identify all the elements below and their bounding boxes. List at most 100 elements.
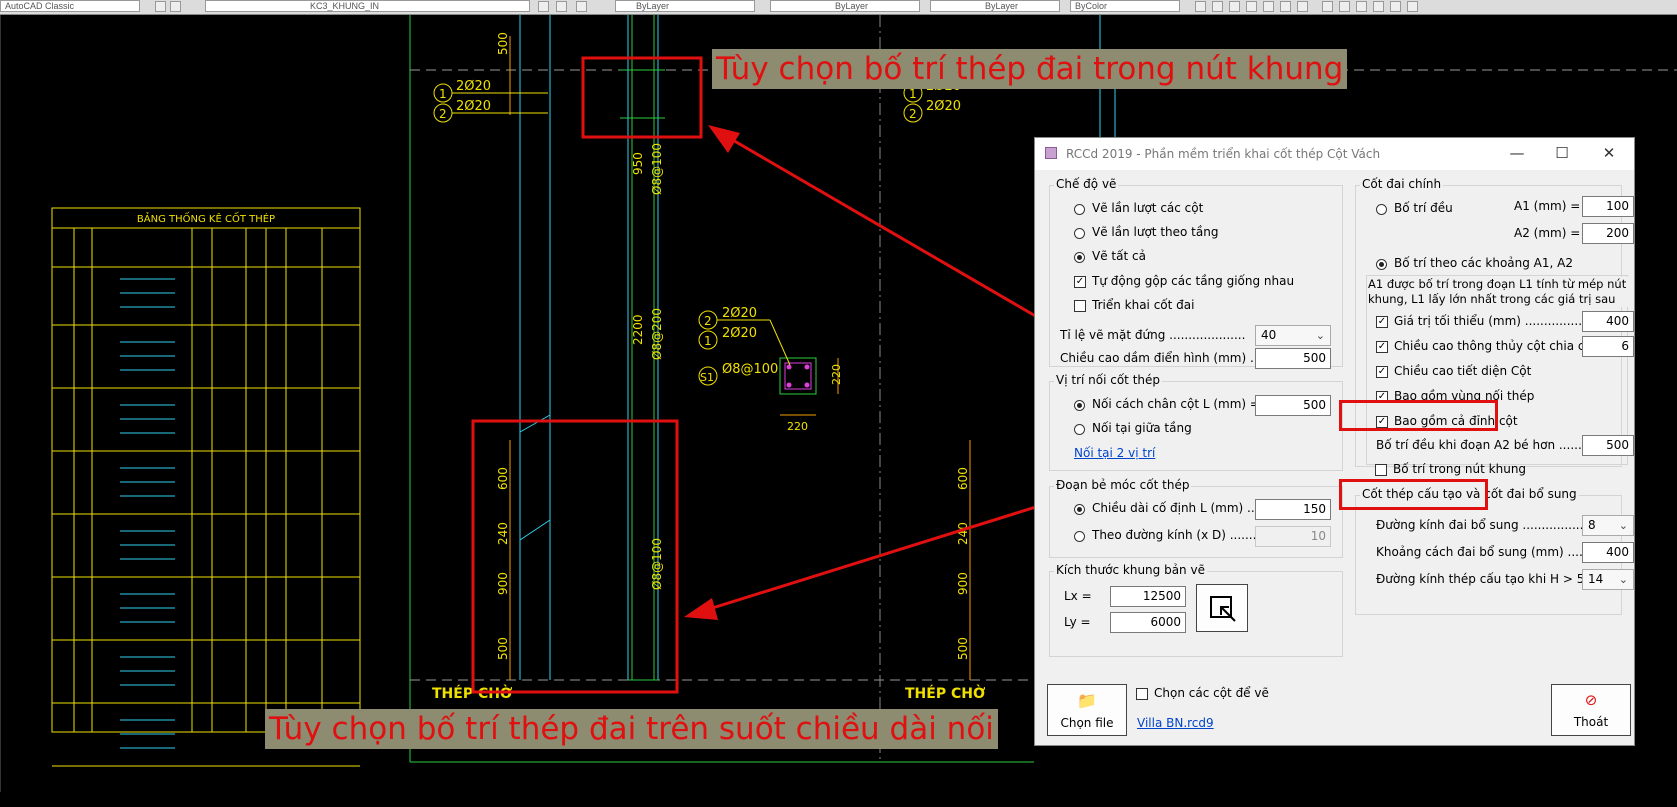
bar-label: 2Ø20: [456, 99, 491, 114]
file-link[interactable]: Villa BN.rcd9: [1137, 716, 1214, 730]
checkbox-label: Bố trí trong nút khung: [1393, 462, 1527, 476]
extra-spacing-input[interactable]: 400: [1582, 542, 1634, 563]
checkbox-label: Chiều cao thông thủy cột chia cho: [1394, 339, 1600, 353]
stirrup-label: Ø8@100: [650, 143, 664, 195]
bar-label: 2Ø20: [456, 79, 491, 94]
tool-icon[interactable]: [1407, 1, 1418, 12]
layer-tool-icon[interactable]: [556, 1, 567, 12]
button-label: Thoát: [1573, 715, 1609, 729]
tool-icon[interactable]: [1263, 1, 1274, 12]
highlight-in-joint: [1339, 479, 1488, 510]
a1-input[interactable]: 100: [1582, 196, 1634, 217]
chevron-down-icon: ⌄: [1618, 519, 1628, 532]
a2-input[interactable]: 200: [1582, 223, 1634, 244]
tool-icon[interactable]: [1195, 1, 1206, 12]
toolbar-icon[interactable]: [170, 1, 181, 12]
bar-label: 2Ø20: [926, 99, 961, 114]
field-label: A2 (mm) =: [1514, 226, 1581, 240]
layer-value: KC3_KHUNG_IN: [310, 1, 380, 11]
radio-by-a1-a2[interactable]: [1376, 259, 1387, 270]
checkbox-section-height[interactable]: ✓: [1376, 366, 1388, 378]
section-label: 2Ø20: [722, 326, 757, 341]
table-title: BẢNG THỐNG KÊ CỐT THÉP: [137, 211, 275, 225]
radio-hook-fixed[interactable]: [1074, 504, 1085, 515]
constr-dia-dropdown[interactable]: 14 ⌄: [1582, 569, 1634, 590]
radio-draw-by-floor[interactable]: [1074, 228, 1085, 239]
checkbox-choose-columns[interactable]: [1136, 688, 1148, 700]
layer-tool-icon[interactable]: [538, 1, 549, 12]
arrow-head: [684, 598, 718, 620]
even-when-input[interactable]: 500: [1582, 435, 1634, 456]
radio-draw-all[interactable]: [1074, 252, 1085, 263]
hook-length-input[interactable]: 150: [1255, 499, 1331, 520]
tool-icon[interactable]: [1322, 1, 1333, 12]
checkbox-auto-merge[interactable]: ✓: [1074, 276, 1086, 288]
linetype-dropdown[interactable]: ByLayer: [770, 0, 920, 12]
radio-splice-mid-floor[interactable]: [1074, 424, 1085, 435]
tool-icon[interactable]: [1280, 1, 1291, 12]
workspace-dropdown[interactable]: AutoCAD Classic: [0, 0, 140, 12]
maximize-icon[interactable]: ☐: [1545, 142, 1579, 164]
checkbox-label: Triển khai cốt đai: [1092, 298, 1195, 312]
frame-ly-input[interactable]: 6000: [1110, 612, 1186, 633]
radio-draw-each-column[interactable]: [1074, 204, 1085, 215]
pick-frame-button[interactable]: [1196, 584, 1248, 632]
checkbox-label: Chọn các cột để vẽ: [1154, 686, 1269, 700]
splice-length-input[interactable]: 500: [1255, 395, 1331, 416]
radio-even-stirrup[interactable]: [1376, 204, 1387, 215]
radio-label: Bố trí đều: [1394, 201, 1453, 215]
field-label: Khoảng cách đai bổ sung (mm) .........: [1376, 545, 1602, 559]
tool-icon[interactable]: [1356, 1, 1367, 12]
dialog-titlebar[interactable]: RCCd 2019 - Phần mềm triển khai cốt thép…: [1035, 138, 1634, 170]
frame-lx-input[interactable]: 12500: [1110, 586, 1186, 607]
splice-two-positions-link[interactable]: Nối tại 2 vị trí: [1074, 446, 1155, 460]
dim-label: 950: [631, 152, 645, 175]
close-icon[interactable]: ✕: [1592, 142, 1626, 164]
layer-dropdown[interactable]: KC3_KHUNG_IN: [205, 0, 530, 12]
checkbox-clear-height[interactable]: ✓: [1376, 341, 1388, 353]
field-label: Tỉ lệ vẽ mặt đứng ....................: [1060, 328, 1246, 342]
min-value-input[interactable]: 400: [1582, 311, 1634, 332]
tool-icon[interactable]: [1297, 1, 1308, 12]
radio-splice-from-base[interactable]: [1074, 400, 1085, 411]
scale-dropdown[interactable]: 40 ⌄: [1255, 325, 1331, 346]
dim-label: 900: [956, 572, 970, 595]
tool-icon[interactable]: [1390, 1, 1401, 12]
thep-cho-label: THÉP CHỜ: [905, 684, 985, 702]
dim-label: 900: [496, 572, 510, 595]
dim-label: 240: [496, 522, 510, 545]
tool-icon[interactable]: [1229, 1, 1240, 12]
radio-hook-diameter[interactable]: [1074, 531, 1085, 542]
choose-file-button[interactable]: 📁 Chọn file: [1047, 684, 1127, 736]
lineweight-dropdown[interactable]: ByLayer: [930, 0, 1060, 12]
checkbox-min-value[interactable]: ✓: [1376, 316, 1388, 328]
section-marker: 1: [704, 334, 712, 348]
group-extra-bars: Cốt thép cấu tạo và cốt đai bổ sung Đườn…: [1355, 487, 1634, 615]
tool-icon[interactable]: [1373, 1, 1384, 12]
stop-icon: ⊘: [1584, 691, 1598, 709]
field-label: Đường kính đai bổ sung .................…: [1376, 518, 1611, 532]
lock-icon[interactable]: [1339, 1, 1350, 12]
radio-label: Nối tại giữa tầng: [1092, 421, 1192, 435]
clear-height-input[interactable]: 6: [1582, 336, 1634, 357]
color-dropdown[interactable]: ByLayer: [615, 0, 755, 12]
button-label: Chọn file: [1060, 716, 1114, 730]
group-hook: Đoạn bẻ móc cốt thép Chiều dài cố định L…: [1049, 478, 1343, 558]
extra-dia-dropdown[interactable]: 8 ⌄: [1582, 515, 1634, 536]
hook-diameter-input[interactable]: 10: [1255, 526, 1331, 547]
plotstyle-dropdown[interactable]: ByColor: [1070, 0, 1180, 12]
group-title: Cốt đai chính: [1360, 177, 1444, 191]
checkbox-label: Tự động gộp các tầng giống nhau: [1092, 274, 1295, 288]
checkbox-deploy-stirrup[interactable]: [1074, 300, 1086, 312]
layer-tool-icon[interactable]: [576, 1, 587, 12]
tool-icon[interactable]: [1246, 1, 1257, 12]
minimize-icon[interactable]: —: [1500, 142, 1534, 164]
rebar-schedule-table: BẢNG THỐNG KÊ CỐT THÉP: [51, 207, 361, 767]
checkbox-label: Giá trị tối thiểu (mm) .................…: [1394, 314, 1602, 328]
beam-height-input[interactable]: 500: [1255, 348, 1331, 369]
exit-button[interactable]: ⊘ Thoát: [1551, 684, 1631, 736]
gear-icon[interactable]: [155, 1, 166, 12]
checkbox-in-joint[interactable]: [1375, 464, 1387, 476]
tool-icon[interactable]: [1212, 1, 1223, 12]
field-label: Lx =: [1064, 589, 1092, 603]
